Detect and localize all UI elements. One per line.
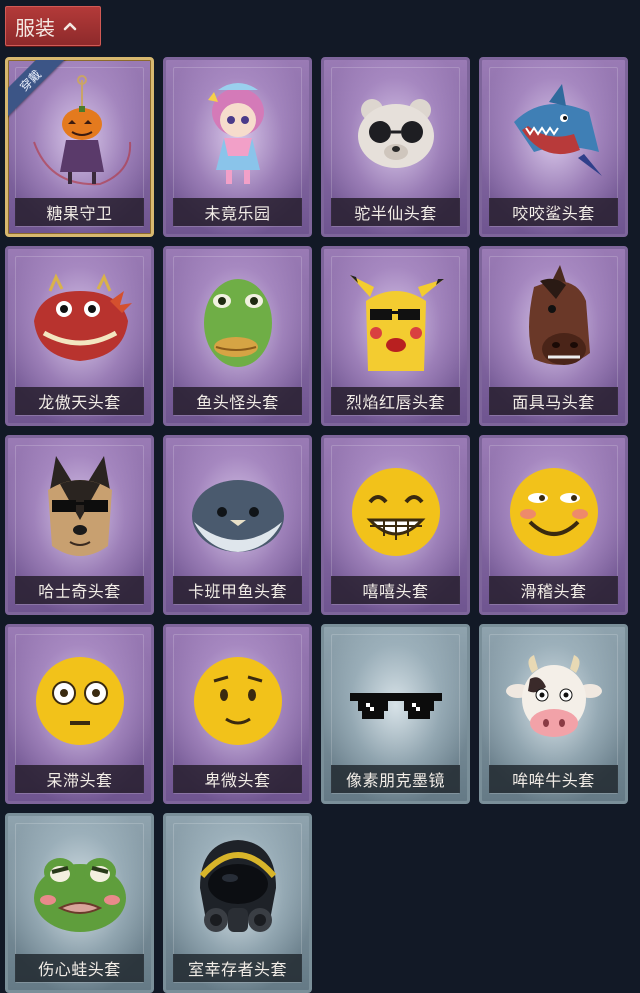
bear-head-icon	[324, 68, 467, 196]
costume-label: 哞哞牛头套	[489, 765, 618, 793]
costume-label: 伤心蛙头套	[15, 954, 144, 982]
sad-frog-icon	[8, 824, 151, 952]
chevron-up-icon	[63, 21, 77, 31]
costume-label: 呆滞头套	[15, 765, 144, 793]
dragon-head-icon	[8, 257, 151, 385]
costume-card[interactable]: 像素朋克墨镜	[321, 624, 470, 804]
costume-card[interactable]: 卡班甲鱼头套	[163, 435, 312, 615]
costume-grid: 穿戴 糖果守卫 未竟乐园 驼半仙头套 咬咬鲨头套 龙傲天头套 鱼头怪头套 烈焰红…	[5, 57, 628, 993]
costume-label: 哈士奇头套	[15, 576, 144, 604]
costume-card[interactable]: 面具马头套	[479, 246, 628, 426]
costume-section-toggle[interactable]: 服装	[5, 6, 101, 46]
costume-card[interactable]: 伤心蛙头套	[5, 813, 154, 993]
horse-head-icon	[482, 257, 625, 385]
costume-label: 像素朋克墨镜	[331, 765, 460, 793]
costume-card[interactable]: 驼半仙头套	[321, 57, 470, 237]
costume-card[interactable]: 呆滞头套	[5, 624, 154, 804]
dazed-emoji-icon	[8, 635, 151, 763]
costume-label: 卑微头套	[173, 765, 302, 793]
costume-label: 嘻嘻头套	[331, 576, 460, 604]
yellow-mask-icon	[324, 257, 467, 385]
turtle-head-icon	[166, 446, 309, 574]
costume-card[interactable]: 咬咬鲨头套	[479, 57, 628, 237]
costume-card[interactable]: 室幸存者头套	[163, 813, 312, 993]
costume-card[interactable]: 鱼头怪头套	[163, 246, 312, 426]
shark-head-icon	[482, 68, 625, 196]
costume-label: 烈焰红唇头套	[331, 387, 460, 415]
doll-figure-icon	[166, 68, 309, 196]
costume-label: 咬咬鲨头套	[489, 198, 618, 226]
smirk-emoji-icon	[482, 446, 625, 574]
costume-label: 面具马头套	[489, 387, 618, 415]
costume-label: 未竟乐园	[173, 198, 302, 226]
section-title: 服装	[15, 15, 55, 40]
pixel-sunglasses-icon	[324, 635, 467, 763]
costume-card[interactable]: 烈焰红唇头套	[321, 246, 470, 426]
fish-head-icon	[166, 257, 309, 385]
gas-mask-helmet-icon	[166, 824, 309, 952]
costume-card[interactable]: 哞哞牛头套	[479, 624, 628, 804]
husky-head-icon	[8, 446, 151, 574]
costume-card[interactable]: 穿戴 糖果守卫	[5, 57, 154, 237]
costume-label: 龙傲天头套	[15, 387, 144, 415]
costume-card[interactable]: 滑稽头套	[479, 435, 628, 615]
costume-card[interactable]: 卑微头套	[163, 624, 312, 804]
costume-card[interactable]: 未竟乐园	[163, 57, 312, 237]
cow-head-icon	[482, 635, 625, 763]
costume-label: 糖果守卫	[15, 198, 144, 226]
costume-label: 卡班甲鱼头套	[173, 576, 302, 604]
costume-card[interactable]: 龙傲天头套	[5, 246, 154, 426]
grin-emoji-icon	[324, 446, 467, 574]
costume-label: 室幸存者头套	[173, 954, 302, 982]
humble-emoji-icon	[166, 635, 309, 763]
costume-label: 滑稽头套	[489, 576, 618, 604]
costume-card[interactable]: 哈士奇头套	[5, 435, 154, 615]
costume-card[interactable]: 嘻嘻头套	[321, 435, 470, 615]
costume-label: 驼半仙头套	[331, 198, 460, 226]
costume-label: 鱼头怪头套	[173, 387, 302, 415]
